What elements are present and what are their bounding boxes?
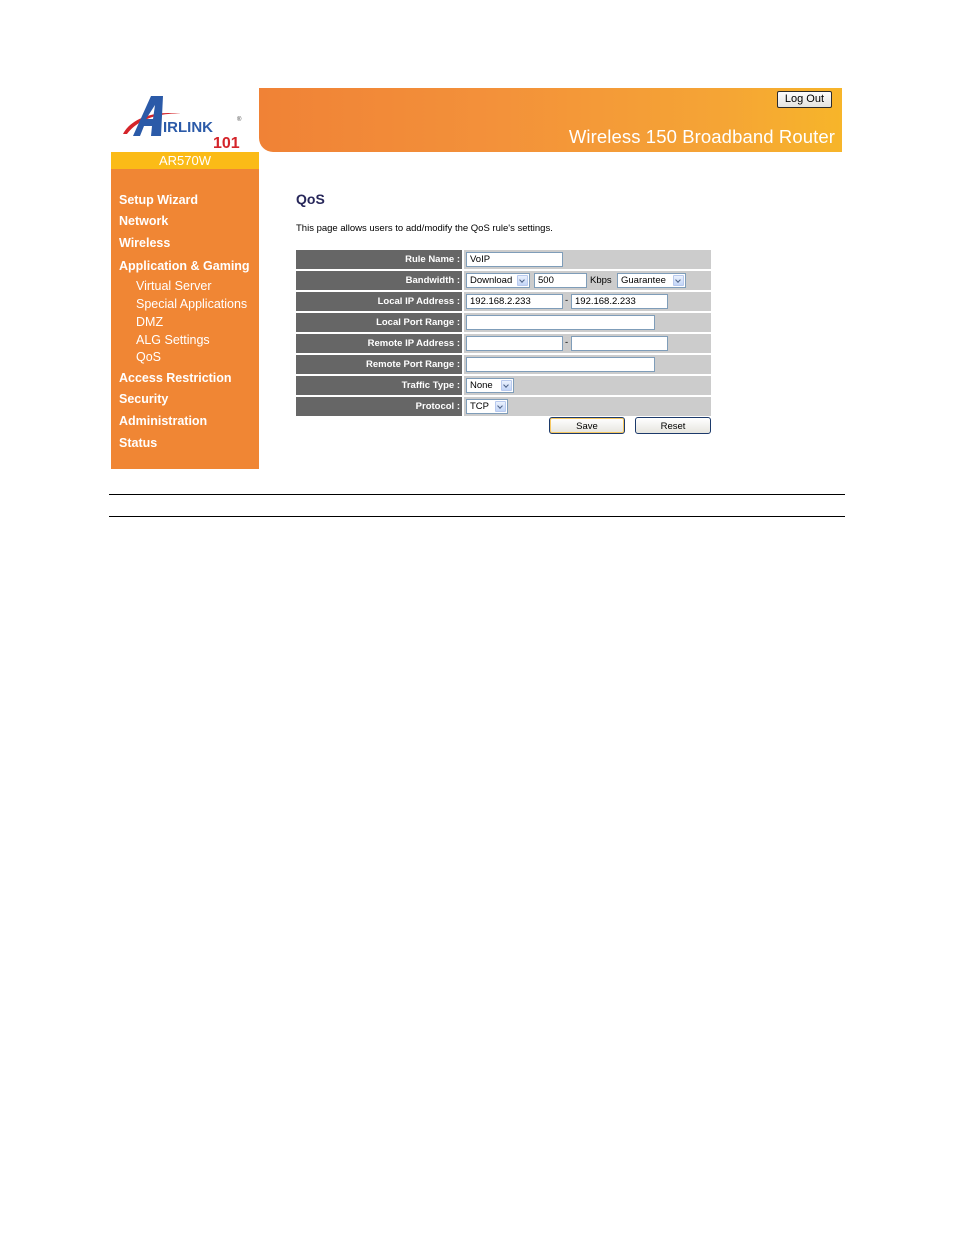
bandwidth-mode-select[interactable]: Guarantee <box>617 273 686 288</box>
traffic-type-cell: None <box>464 376 711 395</box>
bandwidth-mode-value: Guarantee <box>621 275 666 286</box>
remote-port-row: Remote Port Range : <box>296 355 711 374</box>
bandwidth-direction-value: Download <box>470 275 513 286</box>
remote-ip-separator: - <box>565 337 569 348</box>
remote-ip-row: Remote IP Address : - <box>296 334 711 353</box>
local-ip-label: Local IP Address : <box>296 292 462 311</box>
sidebar-subitem-qos[interactable]: QoS <box>136 350 161 364</box>
protocol-value: TCP <box>470 401 489 412</box>
sidebar-item-status[interactable]: Status <box>119 436 157 450</box>
divider-bottom <box>109 516 845 517</box>
logo-number: 101 <box>213 135 240 152</box>
logout-button[interactable]: Log Out <box>776 91 832 108</box>
chevron-down-icon <box>517 275 528 286</box>
remote-port-cell <box>464 355 711 374</box>
local-port-input[interactable] <box>466 315 655 330</box>
header-banner: Log Out Wireless 150 Broadband Router <box>259 88 842 152</box>
sidebar-item-access-restriction[interactable]: Access Restriction <box>119 371 232 385</box>
protocol-select[interactable]: TCP <box>466 399 508 414</box>
remote-ip-start-input[interactable] <box>466 336 563 351</box>
protocol-cell: TCP <box>464 397 711 416</box>
sidebar-item-setup-wizard[interactable]: Setup Wizard <box>119 193 198 207</box>
page-title: QoS <box>296 191 325 207</box>
local-port-cell <box>464 313 711 332</box>
local-ip-separator: - <box>565 295 569 306</box>
airlink-logo-graphic: IRLINK ® 101 <box>123 96 242 152</box>
chevron-down-icon <box>495 401 506 412</box>
model-name: AR570W <box>111 152 259 169</box>
logo-registered: ® <box>237 116 242 123</box>
sidebar-subitem-dmz[interactable]: DMZ <box>136 315 163 329</box>
local-ip-end-input[interactable]: 192.168.2.233 <box>571 294 668 309</box>
bandwidth-unit: Kbps <box>590 275 612 286</box>
sidebar-item-wireless[interactable]: Wireless <box>119 236 170 250</box>
airlink-logo: IRLINK ® 101 <box>111 88 259 152</box>
chevron-down-icon <box>501 380 512 391</box>
local-ip-row: Local IP Address : 192.168.2.233 - 192.1… <box>296 292 711 311</box>
traffic-type-row: Traffic Type : None <box>296 376 711 395</box>
sidebar-subitem-special-applications[interactable]: Special Applications <box>136 297 247 311</box>
divider-top <box>109 494 845 495</box>
traffic-type-label: Traffic Type : <box>296 376 462 395</box>
bandwidth-row: Bandwidth : Download 500 Kbps Guarantee <box>296 271 711 290</box>
sidebar-subitem-virtual-server[interactable]: Virtual Server <box>136 279 212 293</box>
bandwidth-value-input[interactable]: 500 <box>534 273 587 288</box>
remote-ip-end-input[interactable] <box>571 336 668 351</box>
traffic-type-select[interactable]: None <box>466 378 514 393</box>
rule-name-label: Rule Name : <box>296 250 462 269</box>
remote-port-input[interactable] <box>466 357 655 372</box>
local-ip-cell: 192.168.2.233 - 192.168.2.233 <box>464 292 711 311</box>
sidebar: Setup Wizard Network Wireless Applicatio… <box>111 169 259 469</box>
traffic-type-value: None <box>470 380 493 391</box>
sidebar-item-security[interactable]: Security <box>119 392 168 406</box>
reset-button[interactable]: Reset <box>635 417 711 434</box>
remote-ip-label: Remote IP Address : <box>296 334 462 353</box>
rule-name-input[interactable]: VoIP <box>466 252 563 267</box>
sidebar-subitem-alg-settings[interactable]: ALG Settings <box>136 333 210 347</box>
remote-ip-cell: - <box>464 334 711 353</box>
protocol-row: Protocol : TCP <box>296 397 711 416</box>
bandwidth-cell: Download 500 Kbps Guarantee <box>464 271 711 290</box>
local-port-row: Local Port Range : <box>296 313 711 332</box>
sidebar-item-application-gaming[interactable]: Application & Gaming <box>119 259 250 273</box>
remote-port-label: Remote Port Range : <box>296 355 462 374</box>
logo-text: IRLINK <box>163 119 213 136</box>
chevron-down-icon <box>673 275 684 286</box>
bandwidth-direction-select[interactable]: Download <box>466 273 530 288</box>
rule-name-row: Rule Name : VoIP <box>296 250 711 269</box>
local-port-label: Local Port Range : <box>296 313 462 332</box>
sidebar-item-administration[interactable]: Administration <box>119 414 207 428</box>
bandwidth-label: Bandwidth : <box>296 271 462 290</box>
sidebar-item-network[interactable]: Network <box>119 214 168 228</box>
rule-name-cell: VoIP <box>464 250 711 269</box>
save-button[interactable]: Save <box>549 417 625 434</box>
local-ip-start-input[interactable]: 192.168.2.233 <box>466 294 563 309</box>
page-description: This page allows users to add/modify the… <box>296 223 553 234</box>
product-title: Wireless 150 Broadband Router <box>568 126 835 147</box>
protocol-label: Protocol : <box>296 397 462 416</box>
